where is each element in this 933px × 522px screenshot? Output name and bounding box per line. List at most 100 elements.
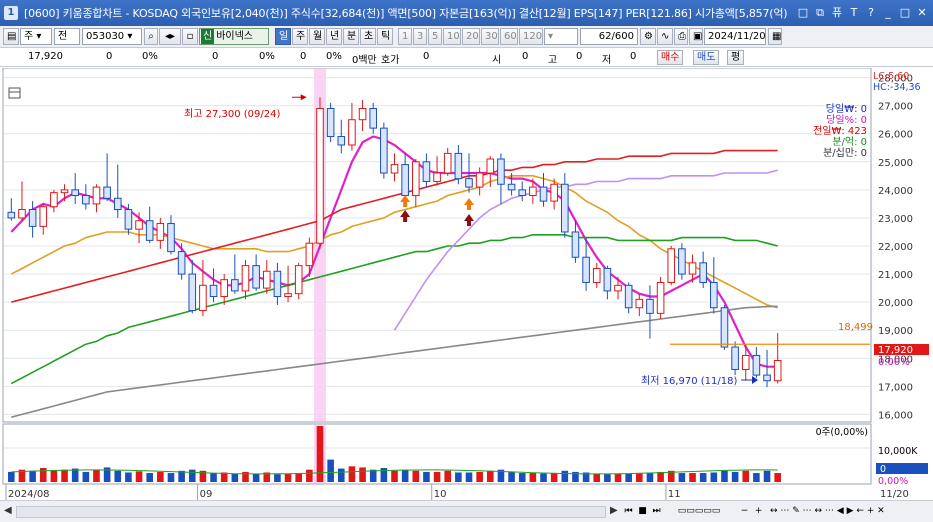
data-count: 62: [598, 31, 612, 42]
current-price: 17,920: [28, 51, 63, 62]
buy-button[interactable]: 매수: [657, 50, 684, 65]
link-window-icon[interactable]: □: [796, 5, 810, 20]
y-tick-label: 27,000: [878, 102, 913, 113]
prev-next-icon[interactable]: ◂▸: [159, 28, 181, 45]
calendar-icon[interactable]: ▦: [768, 28, 782, 45]
search-icon[interactable]: ⌕: [144, 28, 158, 45]
high-label: 고: [548, 55, 558, 66]
volume-bar: [774, 473, 781, 482]
price-pane[interactable]: [2, 67, 872, 423]
stop-icon[interactable]: ■: [636, 504, 649, 519]
candle-body: [103, 186, 111, 199]
compare-select[interactable]: 전: [54, 28, 80, 45]
stock-chart[interactable]: 28,00027,00026,00025,00024,00023,00022,0…: [0, 67, 933, 500]
pane-menu-icon[interactable]: [8, 87, 21, 99]
stock-name-field[interactable]: 신 바이넥스: [199, 28, 269, 45]
date-value: 2024/11/20: [708, 31, 766, 42]
volume-bar: [636, 473, 643, 482]
interval-button-30[interactable]: 30: [481, 28, 499, 45]
lock-icon[interactable]: ▫: [182, 28, 198, 45]
pin-icon[interactable]: 퓨: [830, 5, 844, 20]
interval-input[interactable]: ▾: [544, 28, 578, 45]
period-button-minute[interactable]: 분: [343, 28, 359, 45]
candle-body: [582, 256, 590, 283]
volume-bar: [742, 470, 750, 482]
font-icon[interactable]: T: [847, 5, 861, 20]
low-label: 저: [602, 55, 612, 66]
interval-button-5[interactable]: 5: [428, 28, 442, 45]
candle-body: [656, 281, 665, 314]
candle-body: [113, 197, 122, 211]
credit-badge: 신: [201, 29, 215, 44]
zoom-slider[interactable]: ▭▭▭▭▭: [664, 504, 734, 519]
drawing-tools[interactable]: ↔ ⋯ ✎ ⋯ ↔ ⋯ ◀ ▶ ← + ✕: [770, 504, 920, 519]
average-button[interactable]: 평: [727, 50, 745, 65]
last-page-icon[interactable]: ⏭: [650, 504, 663, 519]
period-button-tick[interactable]: 틱: [377, 28, 393, 45]
scroll-left-icon[interactable]: ◀: [4, 505, 12, 516]
date-input[interactable]: 2024/11/20: [704, 28, 766, 45]
period-button-week[interactable]: 주: [292, 28, 308, 45]
interval-button-10[interactable]: 10: [443, 28, 461, 45]
save-icon[interactable]: ▣: [689, 28, 703, 45]
zoom-in-icon[interactable]: +: [752, 504, 765, 519]
sell-button[interactable]: 매도: [693, 50, 720, 65]
candle-body: [188, 273, 197, 312]
period-button-year[interactable]: 년: [326, 28, 342, 45]
chart-type-icon[interactable]: ∿: [657, 28, 673, 45]
interval-button-120[interactable]: 120: [519, 28, 543, 45]
candle-body: [624, 284, 633, 309]
candle-body: [667, 248, 676, 283]
candle-body: [603, 267, 612, 292]
volume-bar: [252, 473, 260, 482]
candle-body: [465, 178, 473, 188]
candle-body: [614, 284, 622, 292]
lc-label: LC:5,60: [873, 71, 909, 82]
stock-code-input[interactable]: 053030 ▾: [82, 28, 142, 45]
interval-button-1[interactable]: 1: [398, 28, 412, 45]
candle-body: [454, 152, 463, 180]
candle-body: [60, 189, 69, 194]
settings-icon[interactable]: ⚙: [640, 28, 656, 45]
interval-button-3[interactable]: 3: [413, 28, 427, 45]
data-count-field[interactable]: 62/600: [580, 28, 638, 45]
period-button-second[interactable]: 초: [360, 28, 376, 45]
current-pct-label: 0.00%: [878, 357, 910, 368]
candle-body: [316, 107, 324, 244]
scroll-track[interactable]: [16, 506, 606, 518]
volume-bar: [444, 470, 452, 482]
help-icon[interactable]: ?: [864, 5, 878, 20]
chart-area[interactable]: 28,000 27,000 26,000 25,000 24,000 23,000 22,0…: [0, 67, 933, 510]
volume-bar: [593, 473, 601, 482]
maximize-button[interactable]: □: [898, 5, 912, 20]
zoom-out-icon[interactable]: −: [738, 504, 751, 519]
scroll-right-icon[interactable]: ▶: [610, 505, 618, 516]
layout-icon[interactable]: ▤: [3, 28, 19, 45]
minimize-button[interactable]: _: [881, 5, 895, 20]
interval-button-60[interactable]: 60: [500, 28, 518, 45]
volume-bar: [284, 473, 292, 482]
candle-body: [646, 298, 654, 314]
period-type-select[interactable]: 주 ▾: [20, 28, 52, 45]
interval-button-20[interactable]: 20: [462, 28, 480, 45]
candle-body: [688, 262, 697, 275]
volume-bar: [50, 470, 58, 482]
candle-body: [475, 172, 484, 188]
candle-body: [50, 192, 58, 208]
close-button[interactable]: ✕: [915, 5, 929, 20]
chart-scrollbar[interactable]: ◀ ▶ ⏮ ■ ⏭ ▭▭▭▭▭ − + ↔ ⋯ ✎ ⋯ ↔ ⋯ ◀ ▶ ← + …: [0, 500, 933, 522]
candle-body: [433, 172, 441, 182]
period-button-month[interactable]: 월: [309, 28, 325, 45]
volume-bar: [508, 471, 515, 482]
volume-bar: [210, 473, 217, 482]
tile-window-icon[interactable]: ⧉: [813, 5, 827, 20]
print-icon[interactable]: ⎙: [674, 28, 688, 45]
volume-bar: [689, 473, 696, 482]
candle-body: [380, 127, 388, 174]
x-tick-label: 2024/08: [8, 489, 50, 500]
x-axis: 2024/08 09 10 11 11/20: [5, 484, 909, 500]
period-button-day[interactable]: 일: [275, 28, 291, 45]
low-annotation: 최저 16,970 (11/18): [641, 375, 737, 387]
volume-bar: [157, 471, 164, 482]
first-page-icon[interactable]: ⏮: [622, 504, 635, 519]
